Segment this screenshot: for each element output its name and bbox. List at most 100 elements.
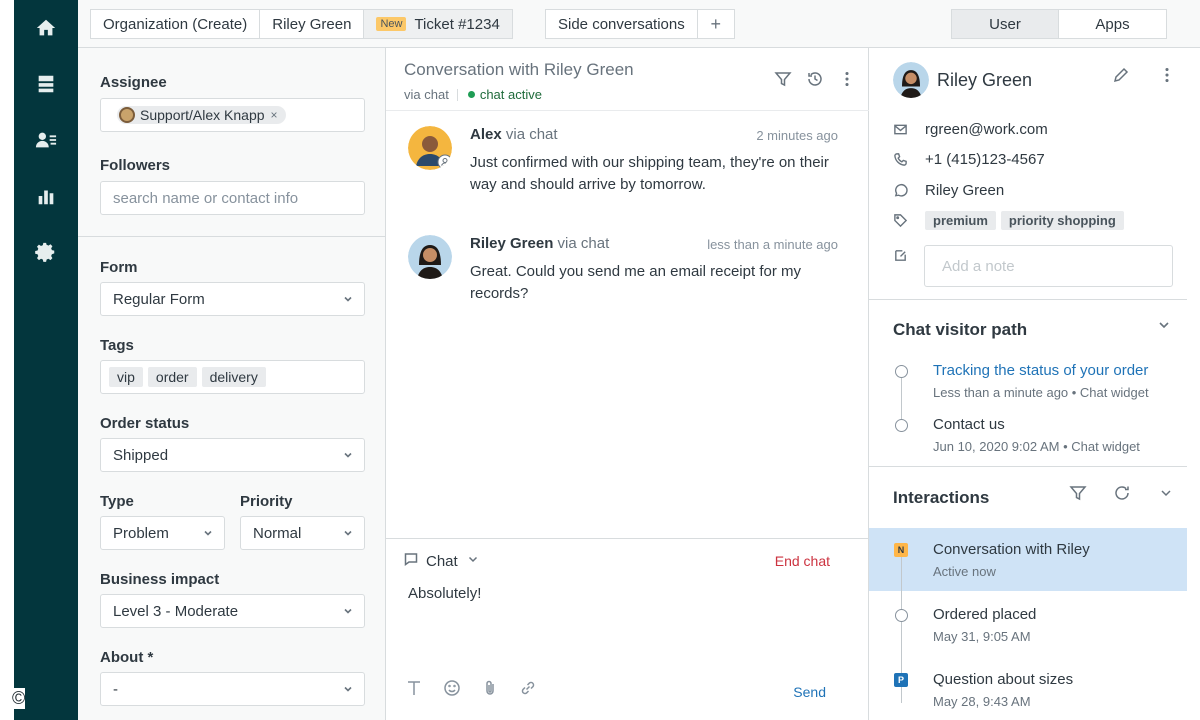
- conversation-subtitle: via chat chat active: [404, 87, 542, 102]
- interactions-title: Interactions: [893, 488, 990, 507]
- about-select[interactable]: -: [100, 672, 365, 706]
- tab-riley-green[interactable]: Riley Green: [259, 9, 364, 39]
- type-value: Problem: [113, 524, 169, 542]
- followers-search-input[interactable]: search name or contact info: [100, 181, 365, 215]
- tag-chip[interactable]: delivery: [201, 367, 266, 387]
- type-select[interactable]: Problem: [100, 516, 225, 550]
- interaction-title[interactable]: Ordered placed: [933, 606, 1036, 623]
- followers-label: Followers: [100, 157, 171, 174]
- type-label: Type: [100, 493, 134, 510]
- views-icon[interactable]: [34, 72, 58, 96]
- tab-organization[interactable]: Organization (Create): [90, 9, 260, 39]
- message-text: Just confirmed with our shipping team, t…: [470, 154, 829, 193]
- form-label: Form: [100, 259, 138, 276]
- form-value: Regular Form: [113, 290, 205, 308]
- interaction-title[interactable]: Question about sizes: [933, 671, 1073, 688]
- link-icon[interactable]: [518, 678, 538, 698]
- message-text: Great. Could you send me an email receip…: [470, 263, 801, 302]
- add-side-conversation-button[interactable]: +: [696, 9, 735, 39]
- interaction-meta: Active now: [933, 564, 996, 579]
- end-chat-button[interactable]: End chat: [775, 553, 830, 569]
- conversation-panel: Conversation with Riley Green via chat c…: [386, 48, 869, 720]
- tags-label: Tags: [100, 337, 134, 354]
- tab-ticket-1234[interactable]: New Ticket #1234: [363, 9, 513, 39]
- interaction-title[interactable]: Conversation with Riley: [933, 541, 1090, 558]
- user-whatsapp-row: Riley Green: [893, 182, 1004, 199]
- avatar: [119, 107, 135, 123]
- assignee-value: Support/Alex Knapp: [140, 107, 265, 123]
- chevron-down-icon[interactable]: [1157, 318, 1171, 337]
- context-toggle: User Apps: [951, 9, 1167, 39]
- form-select[interactable]: Regular Form: [100, 282, 365, 316]
- conversation-title: Conversation with Riley Green: [404, 60, 634, 79]
- add-note-input[interactable]: Add a note: [924, 245, 1173, 287]
- copyright-mark: ©: [12, 688, 26, 709]
- agent-avatar: [408, 126, 452, 170]
- assignee-label: Assignee: [100, 74, 167, 91]
- filter-icon[interactable]: [1069, 484, 1087, 507]
- business-impact-value: Level 3 - Moderate: [113, 602, 239, 620]
- attachment-icon[interactable]: [480, 678, 500, 698]
- chevron-down-icon[interactable]: [1157, 484, 1175, 507]
- channel-selector[interactable]: Chat: [404, 552, 480, 570]
- tag-chip[interactable]: order: [147, 367, 197, 387]
- apps-toggle-button[interactable]: Apps: [1059, 9, 1167, 39]
- home-icon[interactable]: [34, 16, 58, 40]
- composer-toolbar: [404, 678, 538, 698]
- tab-label: Organization (Create): [103, 15, 248, 33]
- user-phone[interactable]: +1 (415)123-4567: [925, 151, 1045, 168]
- visitor-path-meta: Jun 10, 2020 9:02 AM • Chat widget: [933, 439, 1140, 454]
- user-tag-chip[interactable]: premium: [925, 211, 996, 230]
- filter-icon[interactable]: [774, 70, 792, 93]
- order-status-select[interactable]: Shipped: [100, 438, 365, 472]
- tab-side-conversations[interactable]: Side conversations: [545, 9, 697, 39]
- chevron-down-icon: [342, 448, 354, 460]
- send-button[interactable]: Send: [793, 684, 826, 700]
- business-impact-select[interactable]: Level 3 - Moderate: [100, 594, 365, 628]
- message-item: Riley Green via chat less than a minute …: [408, 235, 848, 315]
- user-email[interactable]: rgreen@work.com: [925, 121, 1048, 138]
- text-format-icon[interactable]: [404, 678, 424, 698]
- customer-avatar: [408, 235, 452, 279]
- message-author: Riley Green via chat: [470, 235, 609, 252]
- remove-icon[interactable]: ×: [271, 108, 278, 122]
- refresh-icon[interactable]: [1113, 484, 1131, 507]
- more-options-icon[interactable]: [1158, 66, 1176, 89]
- tag-chip[interactable]: vip: [109, 367, 143, 387]
- composer-input[interactable]: Absolutely!: [408, 585, 481, 602]
- assignee-chip[interactable]: Support/Alex Knapp ×: [117, 106, 286, 124]
- visitor-path-link[interactable]: Tracking the status of your order: [933, 362, 1148, 379]
- channel-label: Chat: [426, 552, 458, 570]
- edit-pencil-icon[interactable]: [1112, 66, 1130, 89]
- channel-text: via chat: [404, 87, 449, 102]
- status-dot: [467, 91, 475, 98]
- tag-icon: [893, 213, 909, 229]
- user-tags-row: premium priority shopping: [893, 211, 1129, 230]
- plus-icon: +: [710, 13, 721, 34]
- order-status-value: Shipped: [113, 446, 169, 464]
- chevron-down-icon: [202, 526, 214, 538]
- priority-value: Normal: [253, 524, 302, 542]
- more-options-icon[interactable]: [838, 70, 856, 93]
- settings-gear-icon[interactable]: [34, 240, 58, 264]
- history-icon[interactable]: [806, 70, 824, 93]
- conversation-actions: [774, 70, 856, 93]
- message-time: 2 minutes ago: [756, 128, 838, 143]
- chat-status: chat active: [479, 87, 542, 102]
- tags-field[interactable]: vip order delivery: [100, 360, 365, 394]
- priority-select[interactable]: Normal: [240, 516, 365, 550]
- tab-label: Side conversations: [558, 15, 685, 33]
- assignee-field[interactable]: Support/Alex Knapp ×: [100, 98, 365, 132]
- message-item: Alex via chat 2 minutes ago Just confirm…: [408, 126, 848, 206]
- customers-icon[interactable]: [34, 128, 58, 152]
- interaction-item-active[interactable]: [869, 528, 1187, 591]
- user-tag-chip[interactable]: priority shopping: [1000, 211, 1124, 230]
- emoji-icon[interactable]: [442, 678, 462, 698]
- interaction-meta: May 31, 9:05 AM: [933, 629, 1031, 644]
- user-toggle-button[interactable]: User: [951, 9, 1059, 39]
- priority-label: Priority: [240, 493, 293, 510]
- reporting-icon[interactable]: [34, 184, 58, 208]
- ticket-tabs: Organization (Create) Riley Green New Ti…: [90, 9, 513, 39]
- about-value: -: [113, 680, 118, 698]
- top-tab-bar: Organization (Create) Riley Green New Ti…: [78, 0, 1200, 48]
